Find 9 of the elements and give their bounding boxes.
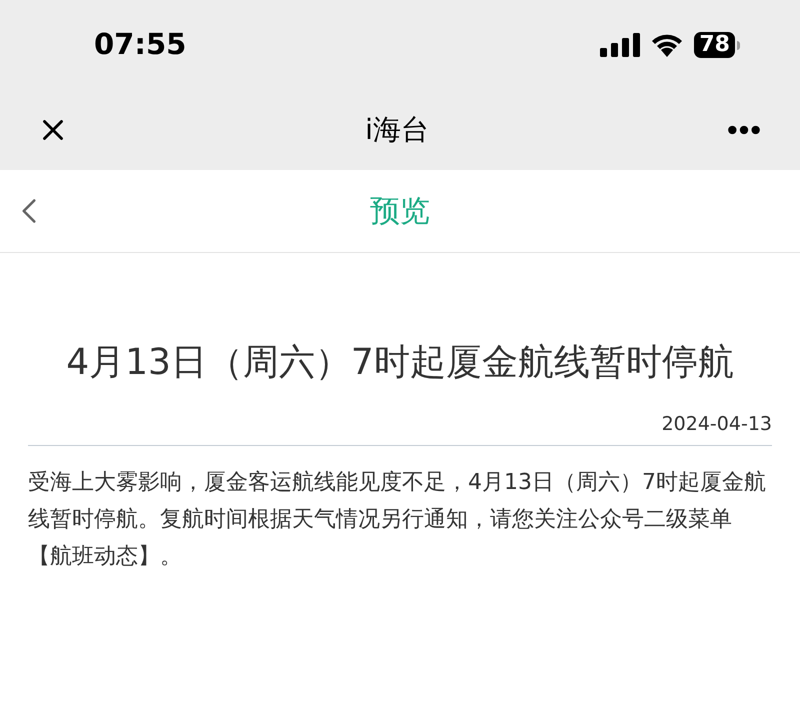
- wifi-icon: [650, 33, 684, 57]
- battery-level: 78: [694, 32, 735, 58]
- article-date: 2024-04-13: [662, 412, 772, 437]
- article-body: 受海上大雾影响，厦金客运航线能见度不足，4月13日（周六）7时起厦金航线暂时停航。复航时间根据天气情况另行通知，请您关注公众号二级菜单【航班动态】。: [28, 468, 767, 570]
- page-title: 预览: [370, 192, 430, 230]
- article-title: 4月13日（周六）7时起厦金航线暂时停航: [65, 341, 735, 385]
- status-time: 07:55: [94, 26, 186, 64]
- signal-icon: [600, 33, 640, 57]
- window-title: i海台: [365, 112, 429, 148]
